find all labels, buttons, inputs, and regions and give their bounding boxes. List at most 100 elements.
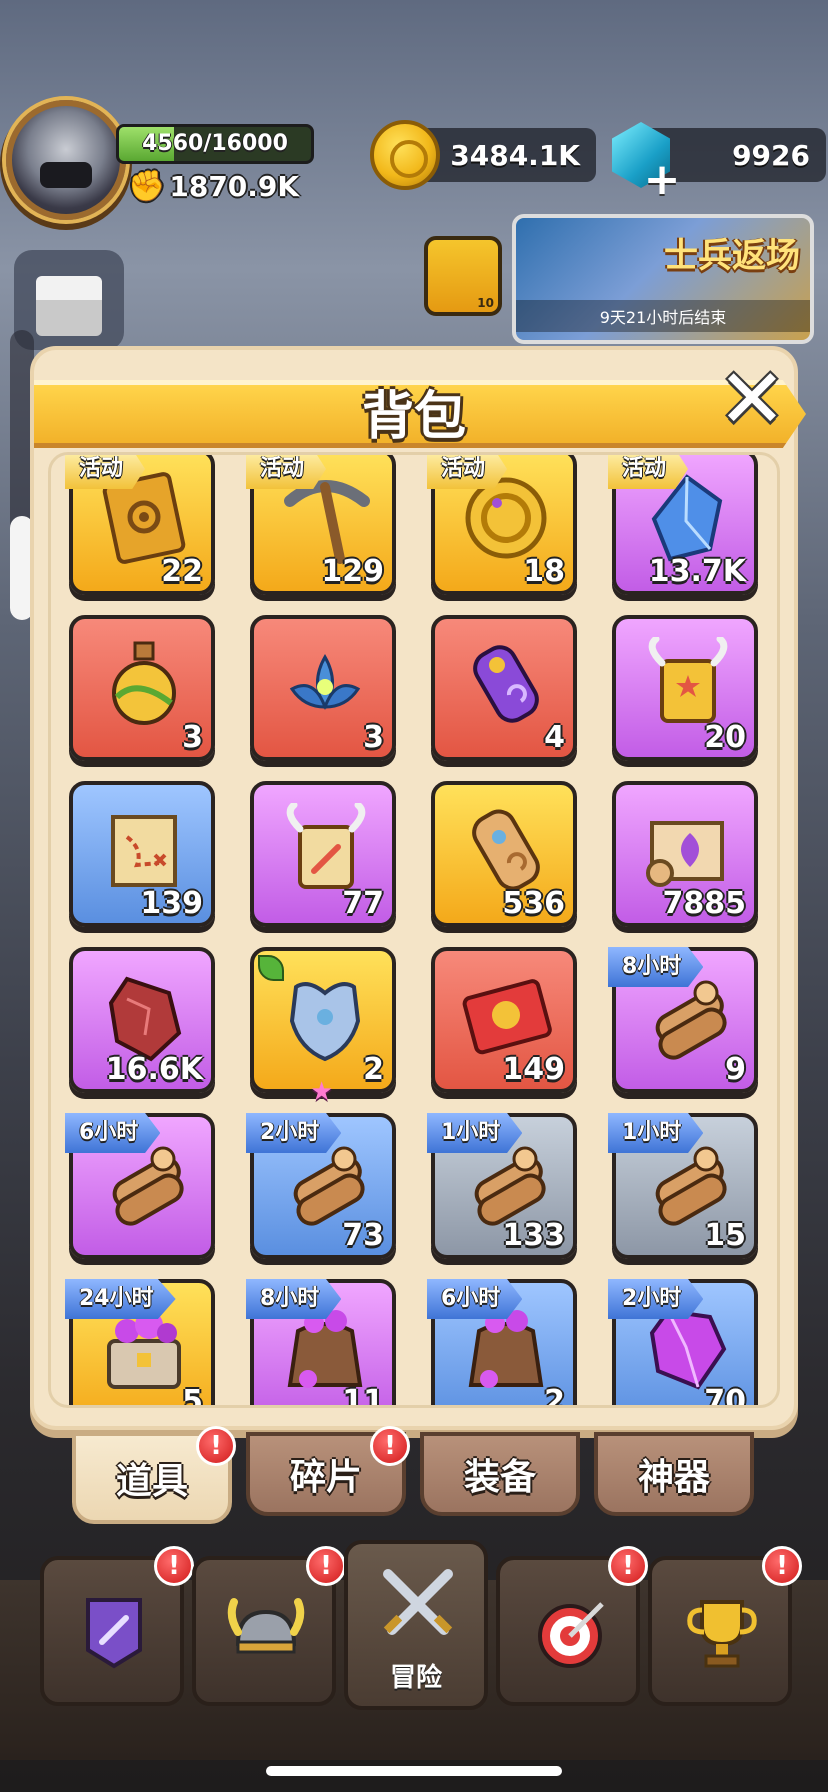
duration-tag: 1小时 [427,1113,523,1153]
item-count: 2 [544,1384,565,1408]
event-tag: 活动 [427,455,508,489]
item-count: 129 [321,554,384,589]
tab-label: 神器 [637,1457,710,1498]
map-icon [111,815,177,887]
armor-icon [289,982,361,1062]
inventory-item[interactable]: 7885 [612,781,758,927]
event-tag: 活动 [608,455,689,489]
inventory-item[interactable]: 6小时 2 [427,1279,577,1408]
tab-alert-badge: ! [196,1426,236,1466]
scroll-reward-button[interactable]: 10 [424,236,502,316]
close-icon[interactable]: ✕ [710,358,794,442]
inventory-item[interactable]: 活动 22 [65,455,215,595]
item-grid-frame[interactable]: 活动 22 活动 129 活动 18 活动 13.7K 3 3 4 20 139 77 536 7885 16.… [48,452,780,1408]
sword-scroll-icon [286,803,366,889]
tab-alert-badge: ! [370,1426,410,1466]
xp-text: 4560/16000 [142,131,288,156]
scroll-reward-count: 10 [477,296,494,310]
inventory-item[interactable]: 2小时 73 [246,1113,396,1259]
player-avatar[interactable] [6,100,126,220]
inventory-item[interactable]: 4 [431,615,577,761]
add-gems-plus-icon[interactable]: + [640,158,684,202]
rolled-scroll-icon [472,809,540,891]
event-tag: 活动 [246,455,327,489]
duration-tag: 8小时 [608,947,704,987]
inventory-item[interactable]: 3 [69,615,215,761]
inventory-item[interactable]: 8小时 11 [246,1279,396,1408]
duration-tag: 1小时 [608,1113,704,1153]
event-countdown: 9天21小时后结束 [516,300,810,332]
power-value: 1870.9K [169,169,300,203]
inventory-item[interactable]: 77 [250,781,396,927]
duration-tag: 2小时 [608,1279,704,1319]
inventory-item[interactable]: 1小时 15 [608,1113,758,1259]
guild-banner-icon [86,1598,142,1669]
nav-trophy-alert-badge: ! [762,1546,802,1586]
fist-icon: ✊ [128,168,166,204]
target-icon [538,1602,604,1668]
item-count: 2 [363,1052,384,1087]
item-count: 15 [704,1218,746,1253]
rune-scroll-icon [646,821,724,887]
panel-title: 背包 [361,387,466,447]
item-count: 4 [544,720,565,755]
duration-tag: 6小时 [65,1113,161,1153]
item-count: 13.7K [648,554,746,589]
tab-equipment[interactable]: 装备 [420,1432,580,1516]
item-count: 11 [342,1384,384,1408]
viking-helmet-icon [227,1598,305,1654]
item-count: 536 [502,886,565,921]
duration-tag: 6小时 [427,1279,523,1319]
inventory-item[interactable]: 139 [69,781,215,927]
shop-icon [36,276,102,336]
power-display: ✊ 1870.9K [128,166,299,206]
inventory-item[interactable]: 536 [431,781,577,927]
nav-guild-alert-badge: ! [154,1546,194,1586]
inventory-item[interactable]: 6小时 [65,1113,215,1259]
inventory-item[interactable]: 3 [250,615,396,761]
tab-label: 道具 [115,1461,188,1502]
nav-hero-alert-badge: ! [306,1546,346,1586]
coin-value: 3484.1K [450,138,580,172]
inventory-item[interactable]: 1小时 133 [427,1113,577,1259]
item-count: 22 [161,554,203,589]
event-banner[interactable]: 士兵返场 9天21小时后结束 [512,214,814,344]
inventory-item[interactable]: 活动 13.7K [608,455,758,595]
inventory-item[interactable]: 149 [431,947,577,1093]
item-count: 20 [704,720,746,755]
inventory-item[interactable]: 2小时 70 [608,1279,758,1408]
lotus-icon [289,653,361,710]
item-count: 73 [342,1218,384,1253]
crossed-swords-icon [383,1569,453,1635]
item-count: 149 [502,1052,565,1087]
star-icon: ★ [310,1077,334,1107]
item-count: 77 [342,886,384,921]
event-title: 士兵返场 [664,236,800,276]
item-count: 16.6K [105,1052,203,1087]
duration-tag: 8小时 [246,1279,342,1319]
inventory-item[interactable]: 活动 18 [427,455,577,595]
item-count: 3 [363,720,384,755]
item-count: 7885 [662,886,747,921]
inventory-item[interactable]: 活动 129 [246,455,396,595]
inventory-item[interactable]: 16.6K [69,947,215,1093]
trophy-icon [687,1600,757,1668]
item-grid: 活动 22 活动 129 活动 18 活动 13.7K 3 3 4 20 139 77 536 7885 16.… [65,455,769,1408]
duration-tag: 24小时 [65,1279,176,1319]
tab-artifacts[interactable]: 神器 [594,1432,754,1516]
item-count: 5 [182,1384,203,1408]
avatar-mask-icon [40,162,92,188]
potion-icon [112,641,176,725]
nav-adventure-label: 冒险 [389,1663,442,1693]
nav-adventure-button[interactable]: 冒险 [344,1540,488,1710]
inventory-item[interactable]: ★ 2 [250,947,396,1107]
gem-value: 9926 [732,138,810,172]
tab-label: 装备 [463,1457,536,1498]
item-count: 9 [725,1052,746,1087]
inventory-item[interactable]: 8小时 9 [608,947,758,1093]
inventory-item[interactable]: 24小时 5 [65,1279,215,1408]
item-count: 70 [704,1384,746,1408]
inventory-item[interactable]: 20 [612,615,758,761]
tab-label: 碎片 [289,1457,362,1498]
home-indicator[interactable] [266,1766,562,1776]
